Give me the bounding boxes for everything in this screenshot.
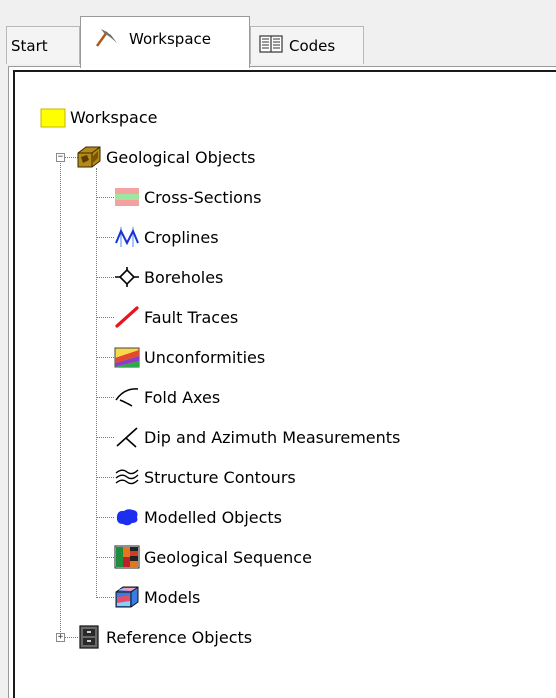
tree-node-label: Models [144,587,201,607]
tree-node-label: Fault Traces [144,307,239,327]
tree-node-label: Boreholes [144,267,224,287]
tree-node-workspace[interactable]: Workspace [40,105,157,129]
tree-connector-geological [96,168,97,598]
tab-start[interactable]: Start [6,26,80,64]
tree-node-structure-contours[interactable]: Structure Contours [114,465,296,489]
cross-sections-icon [114,185,140,209]
tree-node-label: Croplines [144,227,219,247]
tree-connector [96,317,114,318]
tree-node-cross-sections[interactable]: Cross-Sections [114,185,261,209]
geological-objects-icon [76,145,102,169]
collapse-geological-objects-button[interactable]: − [56,153,65,162]
tree-node-modelled-objects[interactable]: Modelled Objects [114,505,282,529]
boreholes-icon [114,265,140,289]
tree-node-boreholes[interactable]: Boreholes [114,265,223,289]
tab-strip: Start Workspace Codes [0,0,556,68]
tree-node-dip-azimuth[interactable]: Dip and Azimuth Measurements [114,425,400,449]
folder-icon [40,105,66,129]
tree-connector [96,197,114,198]
dip-azimuth-icon [114,425,140,449]
tab-start-label: Start [11,36,48,55]
unconformities-icon [114,345,140,369]
tree-node-label: Unconformities [144,347,266,367]
tree-connector [96,517,114,518]
tree-node-models[interactable]: Models [114,585,200,609]
tree-connector [96,237,114,238]
tree-node-label: Structure Contours [144,467,296,487]
cabinet-icon [76,625,102,649]
expand-reference-objects-button[interactable]: + [56,633,65,642]
tree-node-geological-sequence[interactable]: Geological Sequence [114,545,312,569]
tree-node-label: Geological Sequence [144,547,312,567]
tree-connector-root [60,158,61,636]
tree-node-fault-traces[interactable]: Fault Traces [114,305,238,329]
models-icon [114,585,140,609]
tree-node-label: Workspace [70,107,158,127]
tree-connector [96,477,114,478]
tree-connector [96,277,114,278]
tree-connector [96,357,114,358]
tree-node-geological-objects[interactable]: Geological Objects [76,145,255,169]
geological-sequence-icon [114,545,140,569]
tree-node-croplines[interactable]: Croplines [114,225,219,249]
tree-node-label: Modelled Objects [144,507,283,527]
tree-node-fold-axes[interactable]: Fold Axes [114,385,220,409]
tree-node-label: Geological Objects [106,147,256,167]
tree-connector [96,557,114,558]
fault-traces-icon [114,305,140,329]
fold-axes-icon [114,385,140,409]
structure-contours-icon [114,465,140,489]
tab-codes[interactable]: Codes [250,26,364,64]
codes-book-icon [259,34,283,58]
tree-node-unconformities[interactable]: Unconformities [114,345,265,369]
tree-connector [96,597,114,598]
tree-node-label: Reference Objects [106,627,253,647]
tree-node-label: Dip and Azimuth Measurements [144,427,401,447]
croplines-icon [114,225,140,249]
modelled-objects-icon [114,505,140,529]
tab-codes-label: Codes [289,36,336,55]
tree-node-reference-objects[interactable]: Reference Objects [76,625,252,649]
tree-connector [96,437,114,438]
tree-node-label: Cross-Sections [144,187,262,207]
tree-connector [96,397,114,398]
pickaxe-icon [93,26,119,52]
tab-workspace-label: Workspace [129,29,211,48]
tab-workspace[interactable]: Workspace [80,16,250,68]
tree-node-label: Fold Axes [144,387,221,407]
